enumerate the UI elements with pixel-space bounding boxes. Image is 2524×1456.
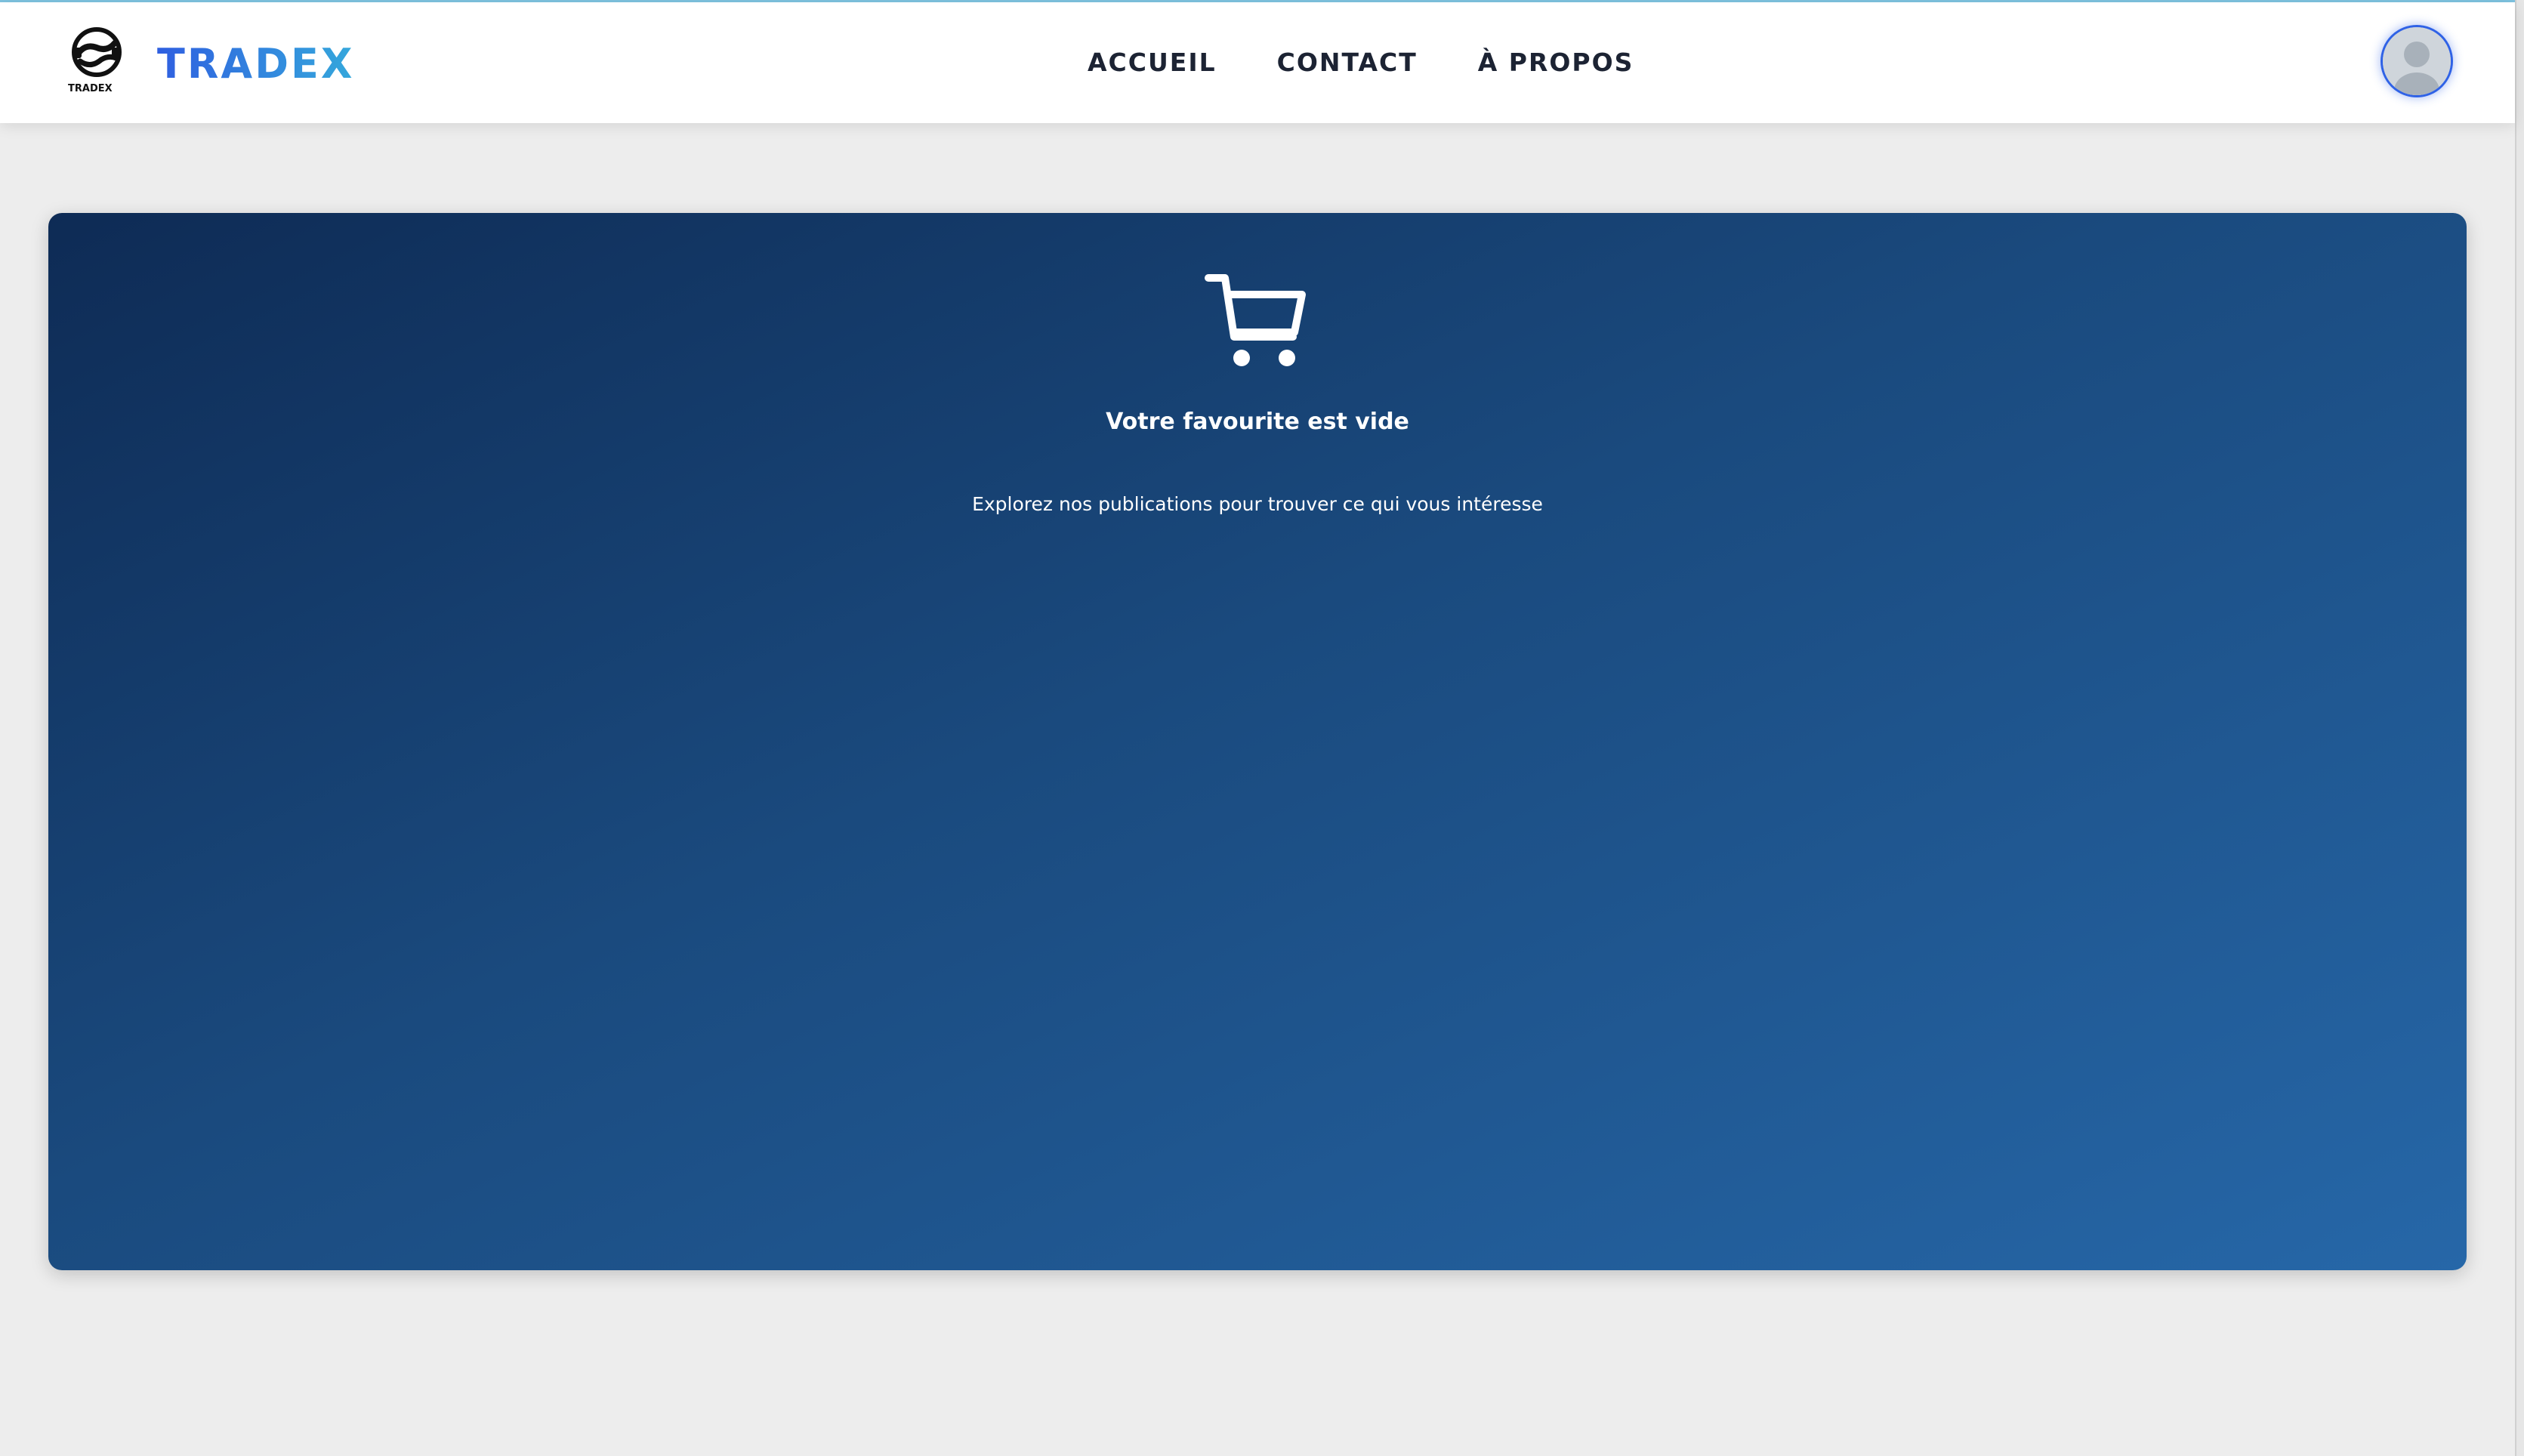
page: TRADEX TRADEX ACCUEIL CONTACT À PROPOS V…	[0, 0, 2524, 1456]
empty-state-title: Votre favourite est vide	[1106, 409, 1409, 435]
empty-state-subtitle: Explorez nos publications pour trouver c…	[972, 493, 1543, 515]
navbar: TRADEX TRADEX ACCUEIL CONTACT À PROPOS	[0, 2, 2515, 123]
user-avatar-button[interactable]	[2381, 25, 2453, 97]
nav-link-a-propos[interactable]: À PROPOS	[1478, 45, 1634, 81]
logo-caption: TRADEX	[68, 83, 113, 94]
cart-icon	[1204, 272, 1310, 373]
scrollbar[interactable]	[2515, 0, 2524, 1456]
brand-name[interactable]: TRADEX	[157, 37, 355, 91]
nav-link-contact[interactable]: CONTACT	[1277, 45, 1418, 81]
favorites-empty-card: Votre favourite est vide Explorez nos pu…	[48, 213, 2467, 1270]
nav-link-accueil[interactable]: ACCUEIL	[1088, 45, 1217, 81]
logo[interactable]: TRADEX	[66, 25, 131, 96]
user-avatar-icon	[2383, 27, 2451, 95]
handshake-logo-icon: TRADEX	[68, 27, 122, 94]
main-nav: ACCUEIL CONTACT À PROPOS	[1088, 45, 1634, 81]
